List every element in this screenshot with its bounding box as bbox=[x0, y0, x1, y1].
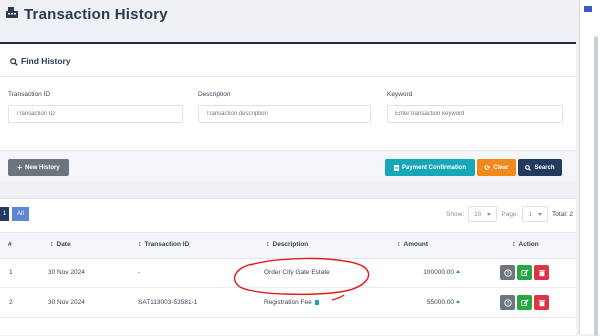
keyword-input[interactable] bbox=[387, 105, 563, 123]
page-chip-all[interactable]: All bbox=[12, 207, 29, 221]
row-description: Registration Fee bbox=[264, 299, 319, 306]
register-icon bbox=[6, 7, 18, 18]
action-toolbar: + New History Payment Confirmation ⟳ Cle… bbox=[0, 150, 576, 181]
question-icon: ? bbox=[503, 268, 512, 276]
header-date[interactable]: ↕ Date bbox=[50, 241, 71, 248]
sort-icon: ↕ bbox=[397, 241, 401, 248]
page-title: Transaction History bbox=[24, 5, 168, 23]
rail-indicator bbox=[584, 6, 592, 12]
results-panel: 1 All Show: 10 Page: 1 Total: 2 # ↕ Date … bbox=[0, 198, 576, 335]
search-icon bbox=[525, 164, 532, 171]
page-value: 1 bbox=[528, 210, 533, 218]
row-transaction-id: - bbox=[138, 269, 141, 276]
header-number: # bbox=[8, 241, 12, 248]
header-amount[interactable]: ↕ Amount bbox=[397, 241, 428, 248]
page-size-select[interactable]: 10 bbox=[468, 206, 498, 222]
new-history-label: New History bbox=[24, 164, 60, 171]
edit-icon bbox=[520, 298, 529, 306]
clear-label: Clear bbox=[493, 164, 509, 171]
edit-button[interactable] bbox=[517, 295, 532, 310]
edit-button[interactable] bbox=[517, 265, 532, 280]
row-date: 30 Nov 2024 bbox=[48, 269, 85, 276]
search-label: Search bbox=[534, 164, 555, 171]
payment-confirmation-button[interactable]: Payment Confirmation bbox=[385, 159, 475, 176]
header-transaction-id[interactable]: ↕ Transaction ID bbox=[138, 241, 189, 248]
page-header: Transaction History bbox=[0, 0, 600, 28]
delete-button[interactable] bbox=[534, 295, 549, 310]
caret-up-icon bbox=[456, 300, 460, 303]
right-rail bbox=[579, 0, 600, 336]
table-header: # ↕ Date ↕ Transaction ID ↕ Description ↕ Am… bbox=[0, 232, 576, 259]
view-button[interactable]: ? bbox=[500, 265, 515, 280]
sort-icon: ↕ bbox=[50, 241, 54, 248]
keyword-label: Keyword bbox=[387, 91, 413, 98]
total-label: Total: 2 bbox=[552, 210, 573, 218]
sort-icon: ↕ bbox=[138, 241, 142, 248]
search-button[interactable]: Search bbox=[518, 159, 562, 176]
page-label: Page: bbox=[501, 210, 519, 218]
chevron-down-icon bbox=[487, 212, 492, 216]
view-button[interactable]: ? bbox=[500, 295, 515, 310]
row-date: 30 Nov 2024 bbox=[48, 299, 85, 306]
trash-icon bbox=[538, 269, 545, 276]
pagination-controls: Show: 10 Page: 1 Total: 2 bbox=[446, 206, 573, 222]
row-transaction-id: SAT113003-53581-1 bbox=[138, 299, 198, 306]
refresh-icon: ⟳ bbox=[484, 164, 491, 172]
table-row: 1 30 Nov 2024 - Order City Gate Estate 1… bbox=[0, 259, 576, 288]
show-label: Show: bbox=[446, 210, 465, 218]
payment-confirmation-label: Payment Confirmation bbox=[401, 164, 466, 171]
page-select[interactable]: 1 bbox=[522, 206, 549, 222]
description-label: Description bbox=[198, 91, 231, 98]
chevron-down-icon bbox=[538, 212, 543, 216]
delete-button[interactable] bbox=[534, 265, 549, 280]
divider bbox=[0, 76, 576, 77]
row-amount: 55000.00 bbox=[418, 299, 460, 306]
transaction-id-input[interactable] bbox=[8, 105, 183, 123]
row-description: Order City Gate Estate bbox=[264, 269, 330, 276]
caret-up-icon bbox=[456, 270, 460, 273]
page-size-value: 10 bbox=[474, 210, 482, 218]
row-amount: 100000.00 bbox=[418, 269, 460, 276]
plus-icon: + bbox=[17, 163, 22, 172]
new-history-button[interactable]: + New History bbox=[8, 159, 69, 176]
trash-icon bbox=[538, 299, 545, 306]
description-input[interactable] bbox=[198, 105, 371, 123]
transaction-id-label: Transaction ID bbox=[8, 91, 51, 98]
search-icon bbox=[10, 58, 18, 66]
document-icon bbox=[314, 300, 319, 305]
sort-icon: ↕ bbox=[512, 241, 516, 248]
header-description[interactable]: ↕ Description bbox=[266, 241, 308, 248]
scrollbar[interactable] bbox=[594, 36, 598, 336]
table-row: 2 30 Nov 2024 SAT113003-53581-1 Registra… bbox=[0, 289, 576, 318]
find-history-label: Find History bbox=[21, 56, 71, 66]
clear-button[interactable]: ⟳ Clear bbox=[477, 159, 516, 176]
question-icon: ? bbox=[503, 298, 512, 306]
find-history-panel: Find History Transaction ID Description … bbox=[0, 42, 576, 181]
header-action: ↕ Action bbox=[512, 241, 539, 248]
document-icon bbox=[393, 164, 399, 171]
find-history-title: Find History bbox=[10, 56, 71, 66]
page-chip-1[interactable]: 1 bbox=[0, 207, 9, 221]
row-number: 1 bbox=[9, 269, 13, 276]
edit-icon bbox=[520, 268, 529, 276]
sort-icon: ↕ bbox=[266, 241, 270, 248]
row-number: 2 bbox=[9, 299, 13, 306]
